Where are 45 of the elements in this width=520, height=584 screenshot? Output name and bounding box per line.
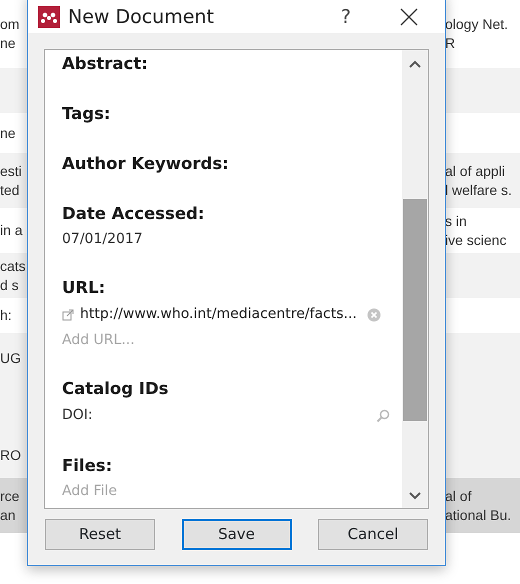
search-icon[interactable] <box>376 408 390 422</box>
row-text: rce <box>0 486 20 506</box>
row-text: cats <box>0 256 26 276</box>
close-icon[interactable] <box>399 7 419 27</box>
window-title: New Document <box>68 4 215 30</box>
row-text: om <box>0 15 20 34</box>
row-text: h: <box>0 306 12 325</box>
row-text: ology Net. <box>445 15 510 34</box>
row-text: R <box>445 34 456 53</box>
row-text: in a <box>0 221 23 240</box>
dialog-button[interactable]: Save <box>182 519 292 550</box>
help-button[interactable]: ? <box>340 2 351 32</box>
row-text: esti <box>0 162 22 180</box>
row-text: l welfare s. <box>445 180 513 200</box>
field-label: Tags: <box>62 104 112 124</box>
remove-icon[interactable] <box>366 308 381 322</box>
scroll-thumb[interactable] <box>403 199 427 421</box>
field-label: Catalog IDs <box>62 379 170 399</box>
row-text: RO <box>0 446 21 465</box>
external-link-icon[interactable] <box>62 308 74 320</box>
app-logo-icon <box>38 6 60 28</box>
row-text: UG <box>0 348 21 368</box>
row-text: ne <box>0 124 16 142</box>
field-label: Abstract: <box>62 54 149 74</box>
row-text: al of appli <box>445 162 506 180</box>
url-link[interactable]: http://www.who.int/mediacentre/facts... <box>80 304 357 325</box>
row-text: ted <box>0 180 20 200</box>
dialog-button[interactable]: Cancel <box>318 519 428 550</box>
scrollbar[interactable] <box>402 50 428 508</box>
field-label: URL: <box>62 278 106 298</box>
field-label: Files: <box>62 456 114 476</box>
row-text: ne <box>0 34 17 53</box>
row-text: an <box>0 506 17 524</box>
dialog-button[interactable]: Reset <box>45 519 155 550</box>
id-label: DOI: <box>62 406 93 425</box>
row-text: ational Bu. <box>445 506 512 524</box>
scroll-down-icon[interactable] <box>409 492 421 500</box>
field-label: Author Keywords: <box>62 154 230 174</box>
row-text: al of <box>445 486 472 506</box>
date-value: 07/01/2017 <box>62 230 144 248</box>
row-text: d s <box>0 276 20 294</box>
scroll-up-icon[interactable] <box>409 60 421 68</box>
field-label: Date Accessed: <box>62 204 206 224</box>
row-text: ive scienc <box>445 230 508 250</box>
row-text: s in <box>445 212 468 230</box>
